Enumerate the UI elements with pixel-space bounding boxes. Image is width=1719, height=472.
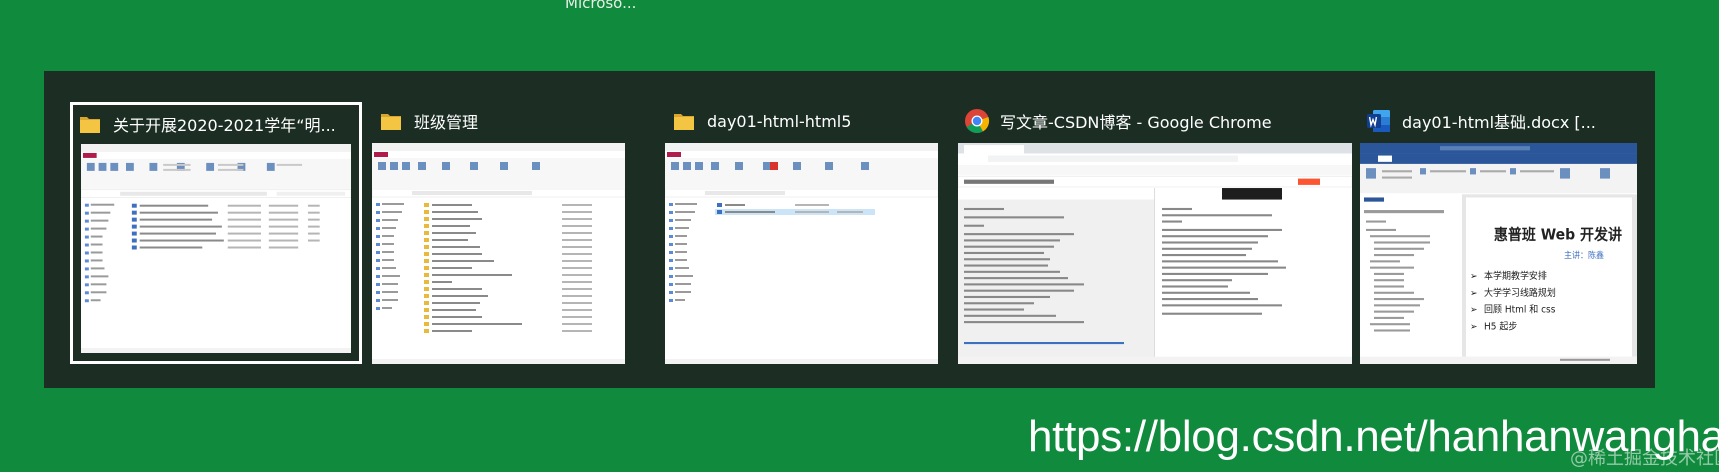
window-tile-notice-folder[interactable]: 关于开展2020-2021学年“明... xyxy=(70,102,362,364)
doc-bullet: 回顾 Html 和 css xyxy=(1484,304,1556,315)
doc-speaker: 主讲：陈鑫 xyxy=(1564,250,1604,260)
window-header: day01-html-html5 xyxy=(665,102,938,140)
background-window-title: Microso... xyxy=(565,0,637,12)
word-icon xyxy=(1367,110,1390,132)
task-switcher: 关于开展2020-2021学年“明... 班级管理 day01-html-htm… xyxy=(44,71,1655,388)
folder-icon xyxy=(381,114,401,130)
window-header: 班级管理 xyxy=(372,102,625,140)
window-thumbnail xyxy=(372,143,625,364)
window-header: day01-html基础.docx [... xyxy=(1360,102,1637,140)
window-title: day01-html-html5 xyxy=(707,111,852,131)
window-title: 关于开展2020-2021学年“明... xyxy=(113,116,336,135)
chrome-icon xyxy=(965,109,990,134)
window-thumbnail xyxy=(958,143,1352,364)
window-tile-class-management[interactable]: 班级管理 xyxy=(372,102,625,364)
svg-text:➢: ➢ xyxy=(1470,321,1478,332)
site-watermark: @稀土掘金技术社区 xyxy=(1570,448,1719,469)
window-title: 写文章-CSDN博客 - Google Chrome xyxy=(1000,113,1272,132)
window-tile-chrome-csdn[interactable]: 写文章-CSDN博客 - Google Chrome xyxy=(958,102,1352,364)
doc-bullet: 大学学习线路规划 xyxy=(1484,287,1556,299)
doc-heading: 惠普班 Web 开发讲 xyxy=(1494,225,1623,243)
folder-icon xyxy=(674,114,694,130)
svg-text:➢: ➢ xyxy=(1470,271,1478,282)
window-header: 关于开展2020-2021学年“明... xyxy=(73,105,359,143)
svg-text:➢: ➢ xyxy=(1470,288,1478,299)
doc-bullet: H5 起步 xyxy=(1484,321,1517,332)
window-title: 班级管理 xyxy=(414,113,479,132)
window-thumbnail xyxy=(81,144,351,353)
folder-icon xyxy=(80,117,100,133)
window-tile-day01-html-html5[interactable]: day01-html-html5 xyxy=(665,102,938,364)
window-tile-word-doc[interactable]: day01-html基础.docx [... 惠普班 Web 开发讲 主讲：陈鑫… xyxy=(1360,102,1637,364)
window-thumbnail xyxy=(665,143,938,364)
svg-text:➢: ➢ xyxy=(1470,304,1478,315)
doc-bullet: 本学期教学安排 xyxy=(1484,270,1547,282)
window-header: 写文章-CSDN博客 - Google Chrome xyxy=(958,102,1352,140)
window-thumbnail: 惠普班 Web 开发讲 主讲：陈鑫 ➢ 本学期教学安排 ➢ 大学学习线路规划 ➢… xyxy=(1360,143,1637,364)
window-title: day01-html基础.docx [... xyxy=(1402,113,1596,132)
